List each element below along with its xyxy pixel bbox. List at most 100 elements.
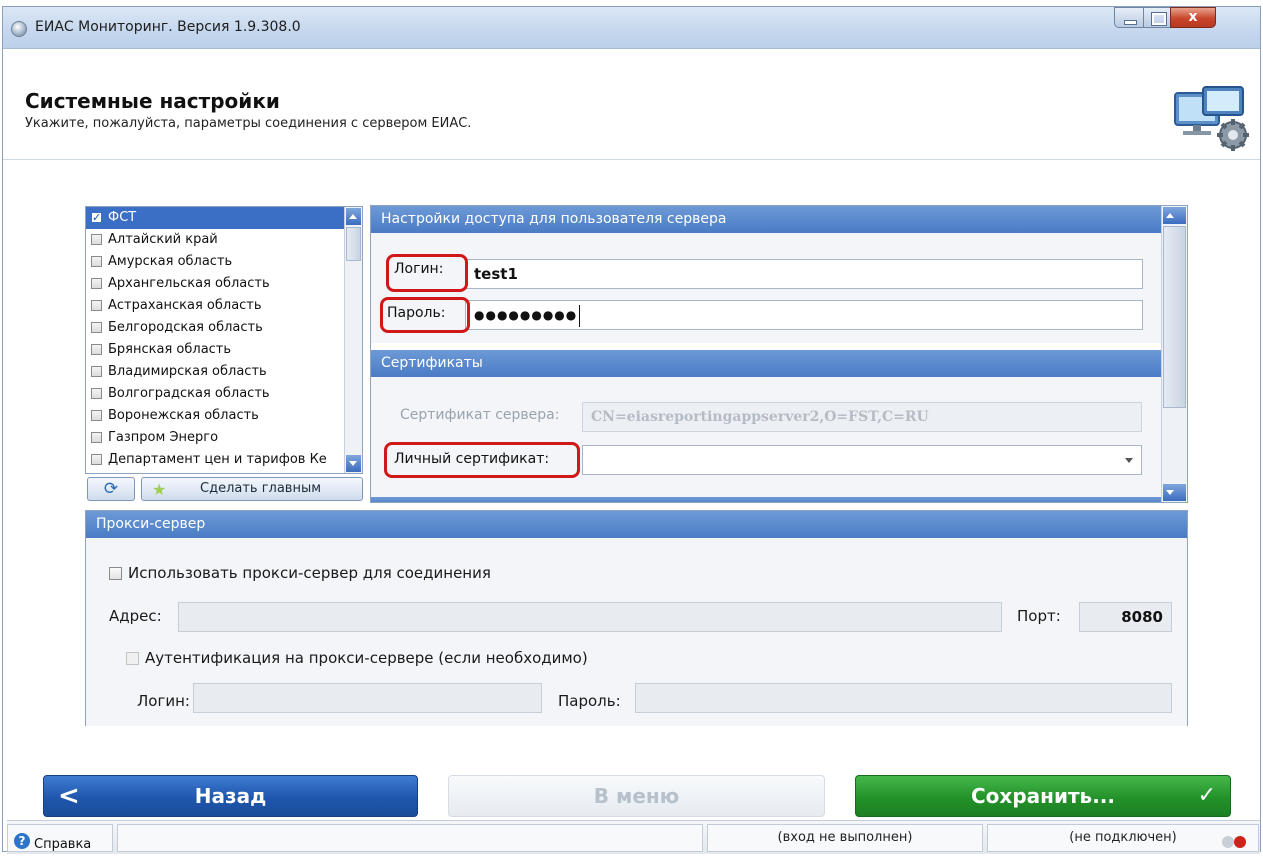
refresh-icon: ⟳ [103, 479, 119, 499]
access-section-body: Логин: test1 Пароль: ●●●●●●●●● [371, 233, 1163, 343]
password-input[interactable]: ●●●●●●●●● [465, 300, 1143, 330]
list-item-label: Газпром Энерго [108, 430, 219, 445]
list-item-label: Владимирская область [108, 364, 267, 379]
minimize-button[interactable] [1114, 7, 1144, 28]
list-item[interactable]: Архангельская область [86, 273, 362, 295]
settings-panel: Настройки доступа для пользователя серве… [370, 205, 1188, 503]
list-item[interactable]: Алтайский край [86, 229, 362, 251]
checkbox[interactable] [91, 256, 102, 267]
list-item-fst[interactable]: ФСТ [86, 207, 362, 229]
page-title: Системные настройки [25, 89, 280, 113]
address-input[interactable] [178, 602, 1002, 632]
list-item[interactable]: Амурская область [86, 251, 362, 273]
page-subtitle: Укажите, пожалуйста, параметры соединени… [25, 116, 472, 131]
title-bar: ЕИАС Мониторинг. Версия 1.9.308.0 x [3, 7, 1260, 49]
status-message-cell [117, 824, 703, 852]
chevron-left-icon: < [58, 781, 80, 811]
checkbox[interactable] [91, 388, 102, 399]
list-item-label: Амурская область [108, 254, 233, 269]
list-item-label: Белгородская область [108, 320, 263, 335]
checkbox[interactable] [91, 322, 102, 333]
checkbox[interactable] [91, 454, 102, 465]
port-input[interactable]: 8080 [1079, 602, 1172, 632]
help-button[interactable]: ? Справка [7, 824, 113, 852]
make-main-label: Сделать главным [200, 481, 322, 496]
port-label: Порт: [1017, 607, 1061, 625]
server-cert-field: CN=eiasreportingappserver2,O=FST,C=RU [582, 402, 1142, 432]
checkbox[interactable] [91, 207, 102, 229]
close-button[interactable]: x [1170, 7, 1216, 28]
star-icon: ★ [152, 480, 167, 499]
close-icon: x [1188, 9, 1198, 25]
checkbox[interactable] [91, 432, 102, 443]
scroll-thumb[interactable] [346, 227, 361, 261]
proxy-section-body: Использовать прокси-сервер для соединени… [86, 538, 1187, 726]
proxy-section-header: Прокси-сервер [86, 511, 1187, 538]
use-proxy-label: Использовать прокси-сервер для соединени… [128, 564, 491, 582]
proxy-auth-checkbox[interactable] [126, 652, 139, 665]
proxy-panel: Прокси-сервер Использовать прокси-сервер… [85, 510, 1188, 726]
highlight-ring [384, 442, 580, 478]
scroll-down-arrow-icon[interactable] [346, 455, 361, 472]
checkbox[interactable] [91, 300, 102, 311]
list-item-label: Архангельская область [108, 276, 270, 291]
proxy-login-label: Логин: [137, 692, 190, 710]
refresh-button[interactable]: ⟳ [87, 477, 135, 501]
checkbox[interactable] [91, 344, 102, 355]
checkbox[interactable] [91, 234, 102, 245]
app-icon [11, 21, 27, 37]
next-section-header [371, 497, 1163, 502]
scroll-up-arrow-icon[interactable] [1163, 207, 1186, 224]
list-item[interactable]: Волгоградская область [86, 383, 362, 405]
scroll-thumb[interactable] [1163, 226, 1186, 408]
status-indicator-off-icon [1222, 836, 1234, 848]
menu-label: В меню [593, 784, 680, 808]
checkmark-icon: ✓ [1197, 783, 1216, 808]
maximize-button[interactable] [1143, 7, 1171, 28]
use-proxy-checkbox[interactable] [109, 567, 122, 580]
certificates-section-body: Сертификат сервера: CN=eiasreportingapps… [371, 377, 1163, 497]
address-label: Адрес: [109, 607, 162, 625]
list-item[interactable]: Газпром Энерго [86, 427, 362, 449]
window-controls: x [1114, 7, 1258, 29]
network-settings-icon [1174, 86, 1249, 151]
save-button[interactable]: Сохранить... ✓ [855, 775, 1231, 817]
list-item[interactable]: Астраханская область [86, 295, 362, 317]
server-cert-label: Сертификат сервера: [400, 407, 560, 423]
save-label: Сохранить... [971, 784, 1115, 808]
password-value: ●●●●●●●●● [474, 308, 578, 322]
checkbox[interactable] [91, 410, 102, 421]
scroll-down-arrow-icon[interactable] [1163, 484, 1186, 501]
list-item[interactable]: Владимирская область [86, 361, 362, 383]
connection-status: (не подключен) [1069, 830, 1177, 845]
proxy-login-input[interactable] [193, 683, 542, 713]
login-input[interactable]: test1 [465, 259, 1143, 289]
scroll-up-arrow-icon[interactable] [346, 208, 361, 225]
make-main-button[interactable]: ★ Сделать главным [141, 477, 363, 501]
help-label: Справка [34, 837, 92, 852]
list-item-label: Воронежская область [108, 408, 259, 423]
back-label: Назад [194, 784, 267, 808]
status-indicator-error-icon [1234, 836, 1246, 848]
list-item[interactable]: Брянская область [86, 339, 362, 361]
region-list-scrollbar[interactable] [344, 207, 362, 473]
login-status: (вход не выполнен) [707, 824, 983, 852]
menu-button[interactable]: В меню [448, 775, 825, 817]
list-item[interactable]: Воронежская область [86, 405, 362, 427]
access-section-header: Настройки доступа для пользователя серве… [371, 206, 1163, 233]
highlight-ring [386, 254, 468, 292]
region-list[interactable]: ФСТ Алтайский край Амурская область Арха… [85, 206, 363, 474]
back-button[interactable]: < Назад [43, 775, 418, 817]
checkbox[interactable] [91, 366, 102, 377]
checkbox[interactable] [91, 278, 102, 289]
personal-cert-combobox[interactable] [582, 445, 1142, 475]
header-divider [3, 159, 1260, 160]
proxy-password-input[interactable] [635, 683, 1172, 713]
proxy-password-label: Пароль: [558, 692, 621, 710]
list-item[interactable]: Департамент цен и тарифов Ке [86, 449, 362, 471]
settings-scrollbar[interactable] [1161, 206, 1187, 502]
list-item[interactable]: Белгородская область [86, 317, 362, 339]
certificates-section-header: Сертификаты [371, 350, 1163, 377]
dropdown-arrow-icon[interactable] [1125, 458, 1133, 463]
list-item-label: ФСТ [108, 210, 137, 225]
